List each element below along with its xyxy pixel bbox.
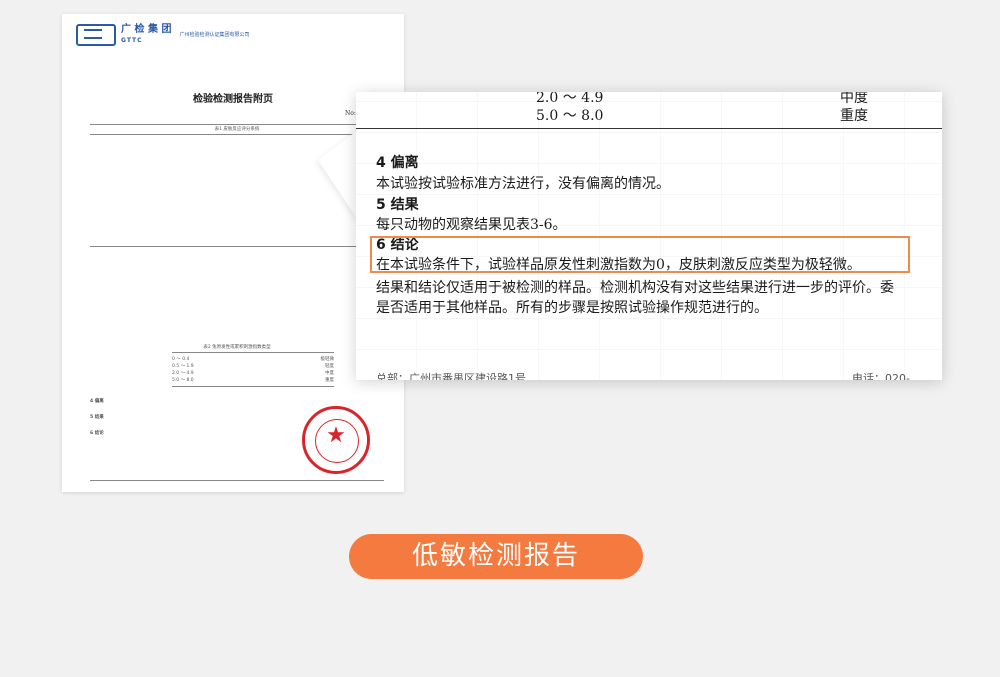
zoom-row-score: 5.0 ～ 8.0 (536, 108, 604, 124)
table-rule (90, 246, 384, 247)
table2-row: 0 ～ 0.4 极轻微 (172, 357, 334, 362)
small-section-4: 4 偏离 (90, 399, 104, 404)
section-5-heading: 5 结果 (376, 197, 419, 213)
report-title: 检验检测报告附页 (193, 94, 273, 105)
seal-star-icon: ★ (326, 423, 346, 448)
section-6-text-3: 是否适用于其他样品。所有的步骤是按照试验操作规范进行的。 (376, 300, 768, 316)
footer-phone: 电话：020-61904509/619 (852, 372, 910, 380)
table-rule (172, 352, 334, 353)
section-6-text-2: 结果和结论仅适用于被检测的样品。检测机构没有对这些结果进行进一步的评价。委 (376, 280, 894, 296)
section-4-heading: 4 偏离 (376, 155, 419, 171)
gttc-logo: 广 检 集 团 GTTC 广州检验检测认证集团有限公司 (76, 24, 249, 46)
official-seal: ★ (302, 406, 370, 474)
report-page-thumbnail: 广 检 集 团 GTTC 广州检验检测认证集团有限公司 检验检测报告附页 No:… (62, 14, 404, 492)
logo-name: 广 检 集 团 (121, 24, 172, 35)
table-rule (90, 124, 384, 125)
footer-rule (90, 480, 384, 481)
table2-title: 表2 兔原发性或累积刺激指数类型 (203, 345, 271, 350)
zoom-row-type: 重度 (840, 108, 868, 124)
section-5-text: 每只动物的观察结果见表3-6。 (376, 217, 567, 233)
zoom-callout: 2.0 ～ 4.9 中度 5.0 ～ 8.0 重度 4 偏离 本试验按试验标准方… (356, 92, 942, 380)
conclusion-highlight-box (370, 236, 910, 273)
table-rule (172, 386, 334, 387)
logo-company: 广州检验检测认证集团有限公司 (179, 32, 250, 38)
table2-row: 5.0 ～ 8.0 重度 (172, 378, 334, 383)
table2-row: 0.5 ～ 1.9 轻度 (172, 364, 334, 369)
table-bottom-rule (356, 128, 942, 129)
table2-row: 2.0 ～ 4.9 中度 (172, 371, 334, 376)
logo-sub: GTTC (121, 37, 143, 44)
section-4-text: 本试验按试验标准方法进行，没有偏离的情况。 (376, 176, 670, 192)
banner-label: 低敏检测报告 (349, 534, 643, 579)
footer-address: 总部：广州市番禺区建设路1号 (376, 372, 526, 380)
zoom-pointer (318, 130, 358, 220)
logo-mark-icon (76, 24, 116, 46)
zoom-footer: 总部：广州市番禺区建设路1号 电话：020-61904509/619 (376, 370, 942, 380)
